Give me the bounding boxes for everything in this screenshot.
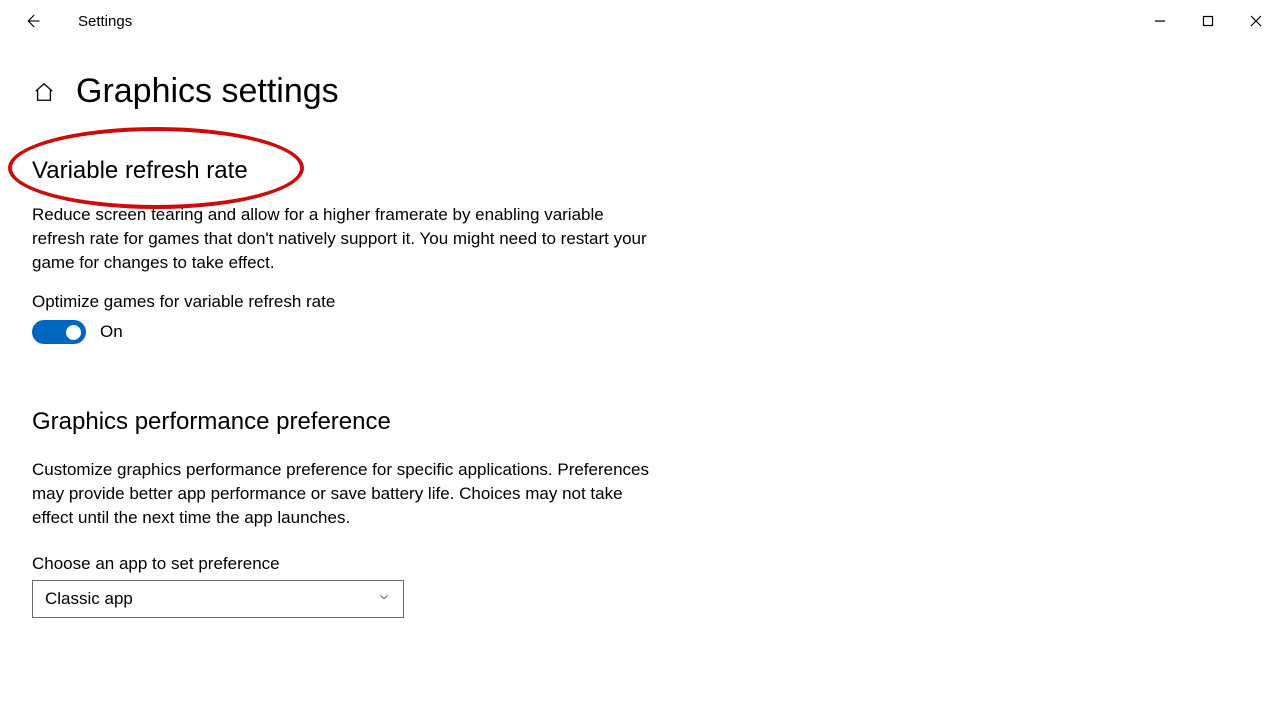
maximize-icon (1202, 15, 1214, 27)
minimize-icon (1154, 15, 1166, 27)
perf-section-heading: Graphics performance preference (32, 408, 1248, 436)
vrr-toggle-state: On (100, 322, 123, 342)
vrr-toggle-row: On (32, 320, 1248, 344)
choose-app-label: Choose an app to set preference (32, 554, 1248, 574)
window-controls (1136, 1, 1280, 41)
vrr-toggle[interactable] (32, 320, 86, 344)
minimize-button[interactable] (1136, 1, 1184, 41)
perf-description: Customize graphics performance preferenc… (32, 458, 652, 529)
close-button[interactable] (1232, 1, 1280, 41)
page-header: Graphics settings (32, 72, 1248, 111)
title-bar: Settings (0, 0, 1280, 42)
home-icon[interactable] (32, 80, 56, 104)
page-title: Graphics settings (76, 72, 339, 111)
vrr-section-heading: Variable refresh rate (32, 157, 248, 185)
app-type-dropdown[interactable]: Classic app (32, 580, 404, 618)
content-area: Graphics settings Variable refresh rate … (0, 42, 1280, 618)
vrr-description: Reduce screen tearing and allow for a hi… (32, 203, 652, 274)
vrr-toggle-label: Optimize games for variable refresh rate (32, 292, 1248, 312)
arrow-left-icon (23, 12, 41, 30)
toggle-knob (66, 325, 81, 340)
dropdown-value: Classic app (45, 589, 133, 609)
app-title: Settings (78, 13, 132, 30)
chevron-down-icon (377, 589, 391, 609)
close-icon (1250, 15, 1262, 27)
back-button[interactable] (12, 1, 52, 41)
maximize-button[interactable] (1184, 1, 1232, 41)
